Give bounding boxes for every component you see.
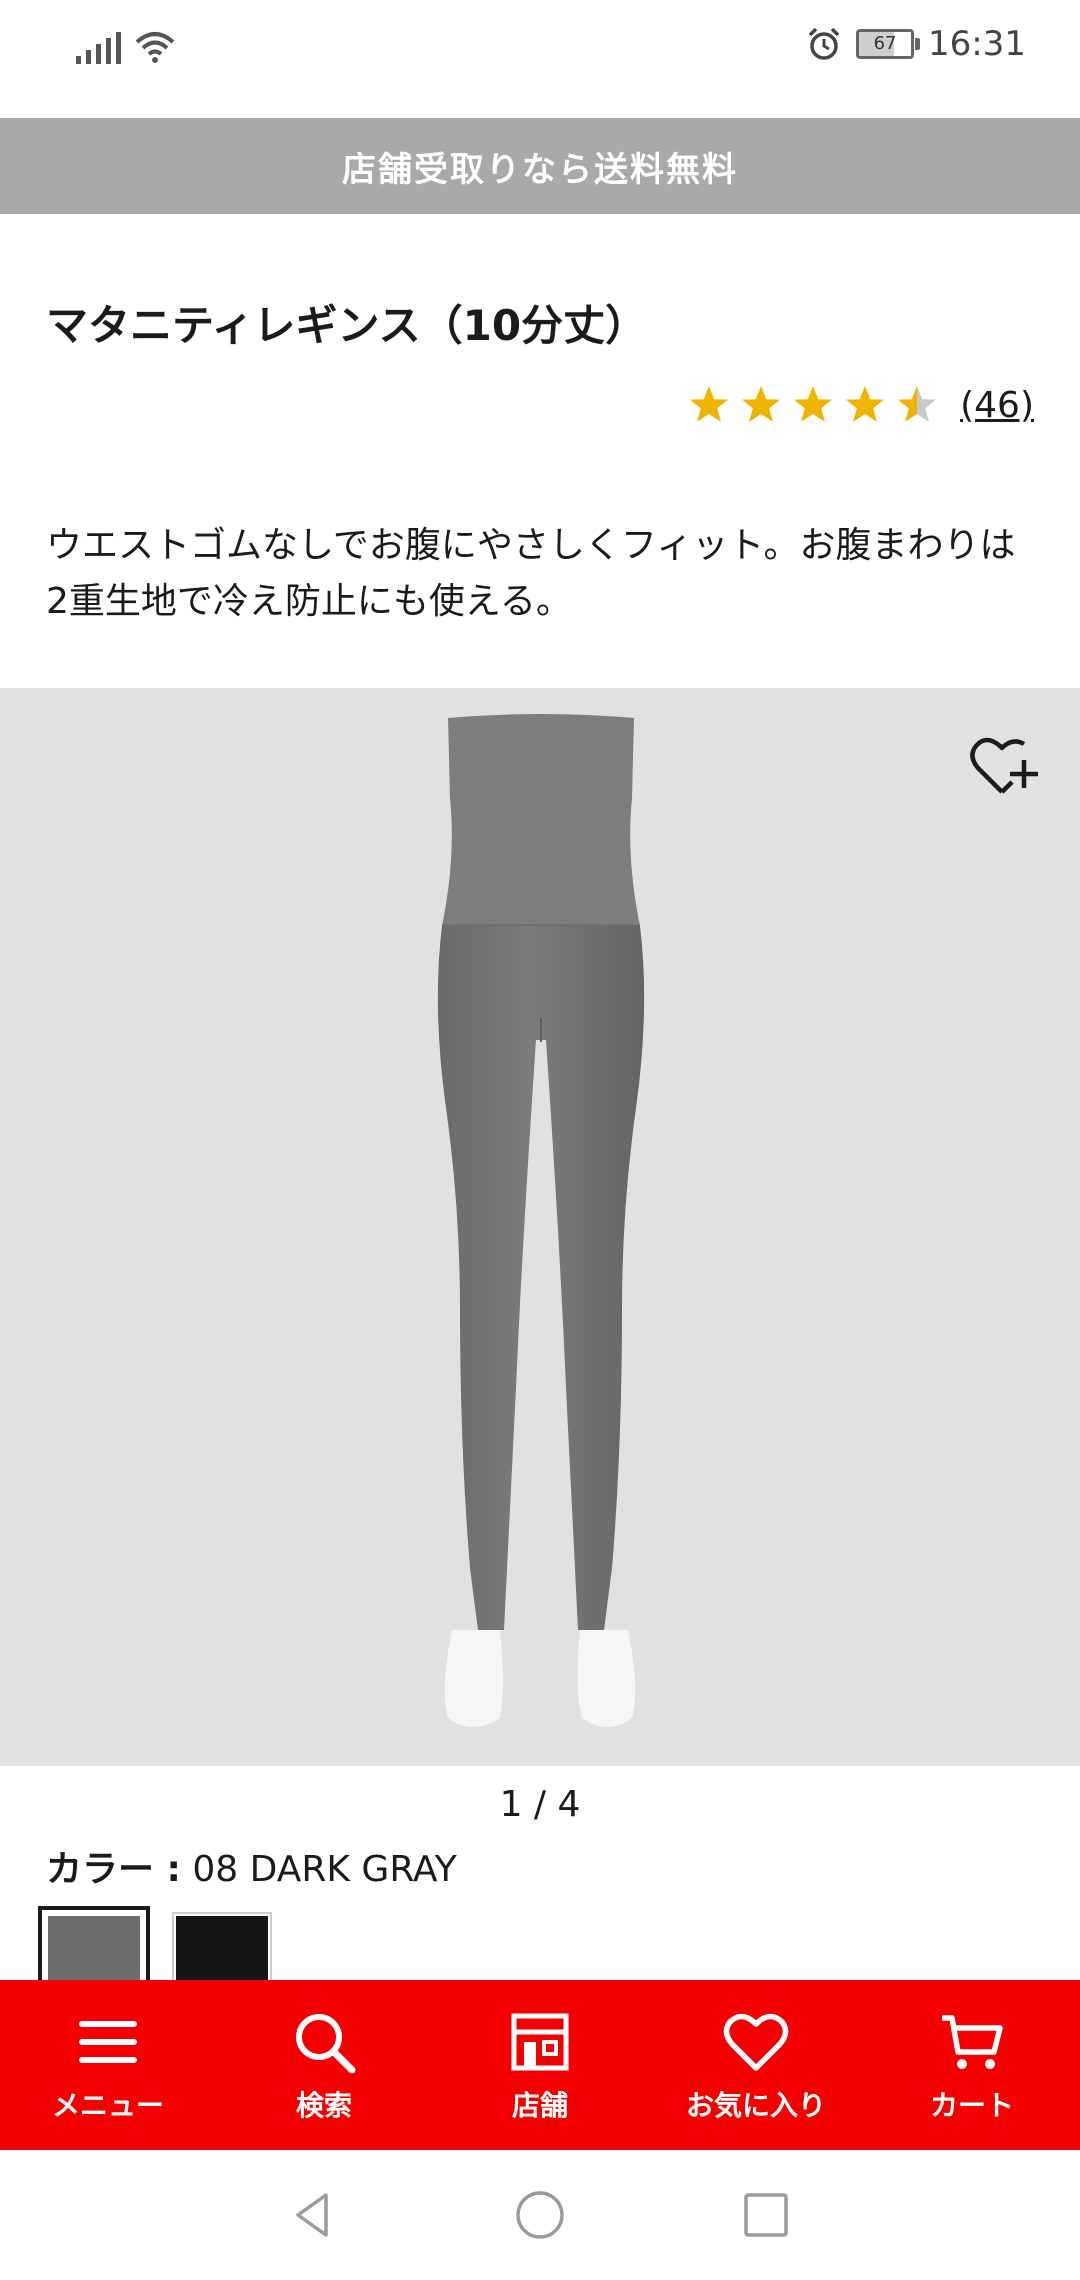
bottom-navigation: メニュー 検索 店舗 お気に入り カート (0, 1980, 1080, 2150)
product-title: マタニティレギンス（10分丈） (46, 301, 648, 350)
product-image-gallery[interactable] (0, 688, 1080, 1766)
star-icon (794, 386, 833, 422)
product-rating[interactable]: (46) (688, 384, 1034, 426)
signal-icon (76, 32, 121, 64)
rating-stars (688, 384, 938, 426)
color-selection-label: カラー : 08 DARK GRAY (46, 1840, 457, 1892)
nav-cart[interactable]: カート (872, 2006, 1072, 2124)
search-icon (296, 2014, 356, 2074)
nav-favorites-label: お気に入り (685, 2089, 826, 2122)
menu-icon (79, 2021, 137, 2063)
review-count-link[interactable]: (46) (960, 385, 1034, 426)
promo-text: 店舗受取りなら送料無料 (342, 149, 738, 190)
nav-search-label: 検索 (295, 2089, 352, 2122)
nav-cart-label: カート (929, 2089, 1014, 2122)
home-icon[interactable] (512, 2187, 568, 2243)
add-to-favorites-icon[interactable] (968, 730, 1040, 802)
alarm-icon (808, 27, 840, 60)
cart-icon (942, 2015, 1003, 2069)
battery-icon: 67 (856, 29, 921, 59)
star-icon (846, 386, 885, 422)
promo-banner[interactable]: 店舗受取りなら送料無料 (0, 118, 1080, 214)
store-icon (511, 2013, 569, 2071)
system-navigation-bar (0, 2150, 1080, 2280)
star-icon (742, 386, 781, 422)
nav-store-label: 店舗 (511, 2089, 568, 2122)
clock: 16:31 (928, 24, 1026, 64)
star-icon (898, 386, 937, 422)
product-description: ウエストゴムなしでお腹にやさしくフィット。お腹まわりは2重生地で冷え防止にも使え… (46, 525, 1016, 622)
heart-icon (723, 2013, 789, 2071)
nav-search[interactable]: 検索 (224, 2006, 424, 2124)
star-icon (690, 386, 729, 422)
recent-apps-icon[interactable] (738, 2187, 794, 2243)
nav-menu-label: メニュー (51, 2089, 164, 2122)
nav-store[interactable]: 店舗 (440, 2006, 640, 2124)
color-label: カラー : (46, 1849, 181, 1890)
product-image (437, 714, 645, 1727)
wifi-icon (135, 32, 175, 63)
color-value: 08 DARK GRAY (192, 1849, 457, 1890)
status-bar: 67 16:31 (0, 0, 1080, 118)
back-icon[interactable] (286, 2187, 342, 2243)
image-counter: 1 / 4 (499, 1784, 581, 1825)
nav-menu[interactable]: メニュー (8, 2006, 208, 2124)
nav-favorites[interactable]: お気に入り (656, 2006, 856, 2124)
